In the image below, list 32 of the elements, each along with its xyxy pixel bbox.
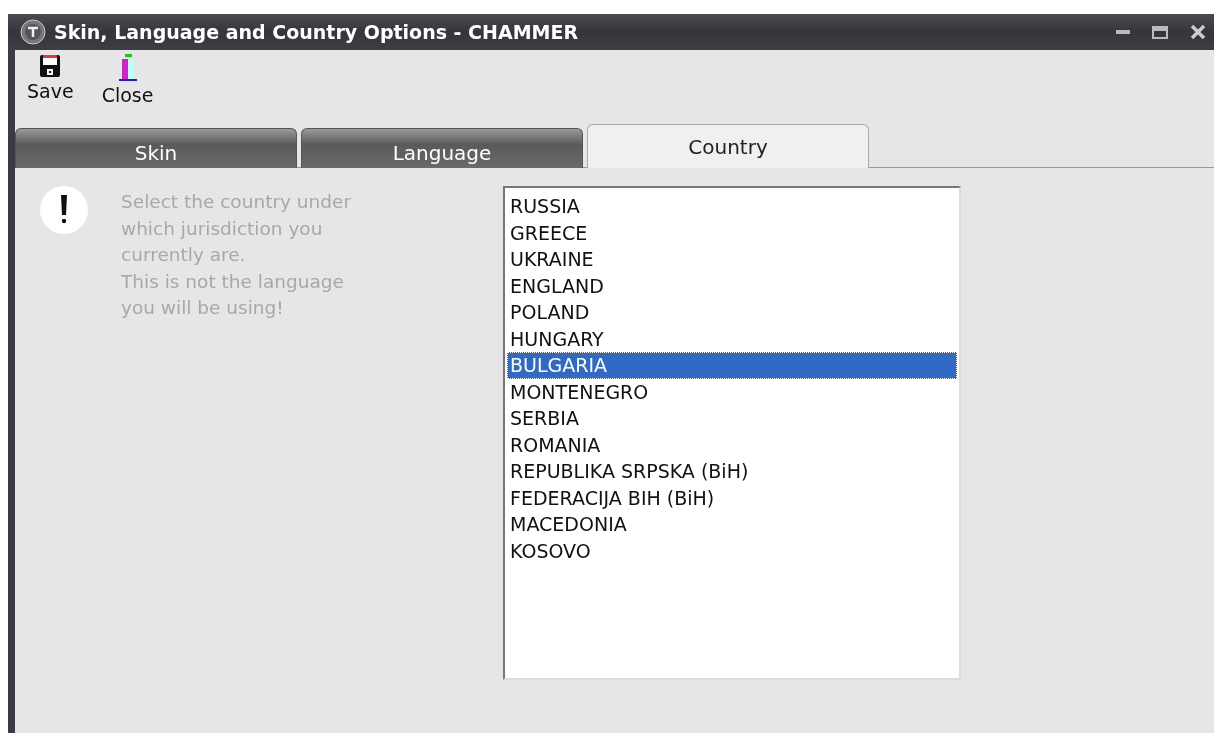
instruction-text: Select the country under: [121, 190, 351, 214]
close-icon[interactable]: [1190, 24, 1206, 40]
list-item[interactable]: HUNGARY: [507, 325, 957, 352]
tab[interactable]: Country: [587, 124, 869, 168]
country-list[interactable]: RUSSIA GREECE UKRAINE ENGLAND POLAND HUNGARY BULGARIA MONTENEGRO SERBIA ROMANIA REPUBLIKA SRPSKA (BiH) FEDERACIJA BIH (BiH) MACEDONIA KOSOVO: [503, 186, 961, 680]
door-exit-icon: [116, 54, 139, 82]
app-logo-icon: [20, 19, 46, 45]
list-item[interactable]: REPUBLIKA SRPSKA (BiH): [507, 458, 957, 485]
instruction-text: you will be using!: [121, 296, 284, 320]
minimize-icon[interactable]: [1116, 29, 1130, 35]
close-button[interactable]: Close: [101, 54, 154, 106]
list-item[interactable]: RUSSIA: [507, 193, 957, 220]
instruction-text: currently are.: [121, 243, 246, 267]
list-item[interactable]: KOSOVO: [507, 537, 957, 564]
list-item[interactable]: FEDERACIJA BIH (BiH): [507, 484, 957, 511]
tab[interactable]: Skin: [15, 128, 297, 168]
list-item[interactable]: GREECE: [507, 219, 957, 246]
maximize-icon[interactable]: [1152, 25, 1168, 39]
list-item[interactable]: ROMANIA: [507, 431, 957, 458]
window-title: Skin, Language and Country Options - CHAMMER: [54, 21, 580, 43]
list-item[interactable]: ENGLAND: [507, 272, 957, 299]
exclamation-icon: [40, 186, 88, 234]
list-item[interactable]: UKRAINE: [507, 246, 957, 273]
list-item[interactable]: BULGARIA: [507, 352, 957, 379]
save-button[interactable]: Save: [27, 54, 74, 102]
list-item[interactable]: MONTENEGRO: [507, 378, 957, 405]
list-item[interactable]: POLAND: [507, 299, 957, 326]
instruction-text: which jurisdiction you: [121, 216, 323, 241]
instruction-text: This is not the language: [121, 269, 344, 294]
list-item[interactable]: SERBIA: [507, 405, 957, 432]
tab[interactable]: Language: [301, 128, 583, 168]
list-item[interactable]: MACEDONIA: [507, 511, 957, 538]
